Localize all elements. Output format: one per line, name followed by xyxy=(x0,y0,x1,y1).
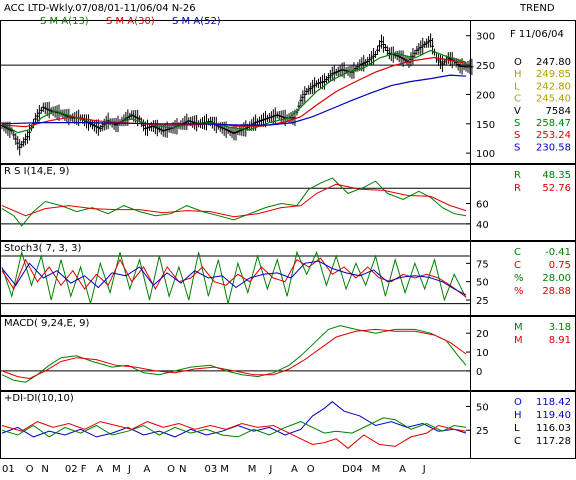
price-readout-label: S xyxy=(514,130,520,141)
price-ytick-label: 200 xyxy=(476,90,495,101)
price-readout-value: 242.80 xyxy=(536,81,571,92)
x-axis-label: 04 xyxy=(350,464,363,475)
price-readout-value: 245.40 xyxy=(536,94,571,105)
macd-ytick-label: 10 xyxy=(476,348,489,359)
price-readout-value: 249.85 xyxy=(536,69,571,80)
macd-title: MACD( 9,24,E, 9) xyxy=(4,318,90,329)
macd-ytick-label: 0 xyxy=(476,367,482,378)
stochastic-readout-label: % xyxy=(514,273,524,284)
stochastic-readout-label: % xyxy=(514,286,524,297)
stochastic-readout-value: 0.75 xyxy=(549,260,571,271)
rsi-readout-label: R xyxy=(514,170,521,181)
date-label: F 11/06/04 xyxy=(510,29,564,40)
x-axis-label: A xyxy=(96,464,103,475)
price-readout-label: C xyxy=(514,94,521,105)
rsi-readout-label: R xyxy=(514,183,521,194)
macd-readout-value: 3.18 xyxy=(549,322,571,333)
legend-s-m-a-52-: S M A(52) xyxy=(172,16,221,27)
stochastic-readout-label: C xyxy=(514,247,521,258)
x-axis-label: O xyxy=(26,464,34,475)
price-readout-value: 230.58 xyxy=(536,142,571,153)
x-axis-label: 02 F xyxy=(65,464,87,475)
rsi-readout-value: 52.76 xyxy=(542,183,571,194)
stochastic-ytick-label: 75 xyxy=(476,259,489,270)
stochastic-readout-label: C xyxy=(514,260,521,271)
dmi-readout-value: 118.42 xyxy=(536,397,571,408)
stochastic-readout-value: -0.41 xyxy=(545,247,571,258)
rsi-title: R S I(14,E, 9) xyxy=(4,166,69,177)
dmi-ytick-label: 50 xyxy=(476,402,489,413)
x-axis-label: J xyxy=(127,464,131,475)
macd-readout-value: 8.91 xyxy=(549,335,571,346)
x-axis-label: M xyxy=(220,464,229,475)
x-axis-label: 03 xyxy=(205,464,218,475)
macd-readout-label: M xyxy=(514,322,523,333)
stochastic-readout-value: 28.88 xyxy=(542,286,571,297)
price-ytick-label: 250 xyxy=(476,61,495,72)
dmi-readout-value: 119.40 xyxy=(536,410,571,421)
x-axis-label: N xyxy=(41,464,48,475)
rsi-readout-value: 48.35 xyxy=(542,170,571,181)
price-readout-label: H xyxy=(514,69,522,80)
x-axis-label: 01 xyxy=(2,464,15,475)
price-readout-label: S xyxy=(514,118,520,129)
dmi-readout-label: C xyxy=(514,436,521,447)
stochastic-ytick-label: 50 xyxy=(476,278,489,289)
x-axis-label: M xyxy=(372,464,381,475)
price-readout-value: 247.80 xyxy=(536,57,571,68)
x-axis-label: M xyxy=(248,464,257,475)
x-axis-label: A xyxy=(399,464,406,475)
dmi-ytick-label: 25 xyxy=(476,426,489,437)
rsi-ytick-label: 60 xyxy=(476,200,489,211)
dmi-readout-value: 117.28 xyxy=(536,436,571,447)
price-readout-value: 258.47 xyxy=(536,118,571,129)
x-axis-label: N xyxy=(179,464,186,475)
chart-canvas: ACC LTD-Wkly.07/08/01-11/06/04 N-26 TREN… xyxy=(0,0,576,480)
legend-s-m-a-13-: S M A(13) xyxy=(40,16,89,27)
stochastic-readout-value: 28.00 xyxy=(542,273,571,284)
x-axis-label: D xyxy=(342,464,350,475)
dmi-readout-value: 116.03 xyxy=(536,423,571,434)
stochastic-title: Stoch3( 7, 3, 3) xyxy=(4,243,81,254)
x-axis-label: M xyxy=(112,464,121,475)
rsi-ytick-label: 40 xyxy=(476,220,489,231)
price-readout-value: 7584 xyxy=(546,106,571,117)
x-axis-label: J xyxy=(268,464,272,475)
macd-ytick-label: 20 xyxy=(476,329,489,340)
stochastic-ytick-label: 25 xyxy=(476,296,489,307)
price-readout-label: V xyxy=(514,106,521,117)
x-axis-label: A xyxy=(144,464,151,475)
dmi-readout-label: H xyxy=(514,410,522,421)
chart-title: ACC LTD-Wkly.07/08/01-11/06/04 N-26 xyxy=(4,3,196,14)
dmi-title: +DI-DI(10,10) xyxy=(4,393,74,404)
legend-s-m-a-30-: S M A(30) xyxy=(106,16,155,27)
price-readout-label: O xyxy=(514,57,522,68)
dmi-readout-label: O xyxy=(514,397,522,408)
x-axis-label: O xyxy=(307,464,315,475)
x-axis-label: O xyxy=(167,464,175,475)
price-ytick-label: 300 xyxy=(476,32,495,43)
dmi-readout-label: L xyxy=(514,423,520,434)
x-axis-label: A xyxy=(291,464,298,475)
price-ytick-label: 100 xyxy=(476,149,495,160)
price-ytick-label: 150 xyxy=(476,120,495,131)
trend-label: TREND xyxy=(519,3,555,14)
macd-readout-label: M xyxy=(514,335,523,346)
price-readout-label: L xyxy=(514,81,520,92)
price-readout-value: 253.24 xyxy=(536,130,571,141)
x-axis-label: J xyxy=(422,464,426,475)
price-readout-label: S xyxy=(514,142,520,153)
